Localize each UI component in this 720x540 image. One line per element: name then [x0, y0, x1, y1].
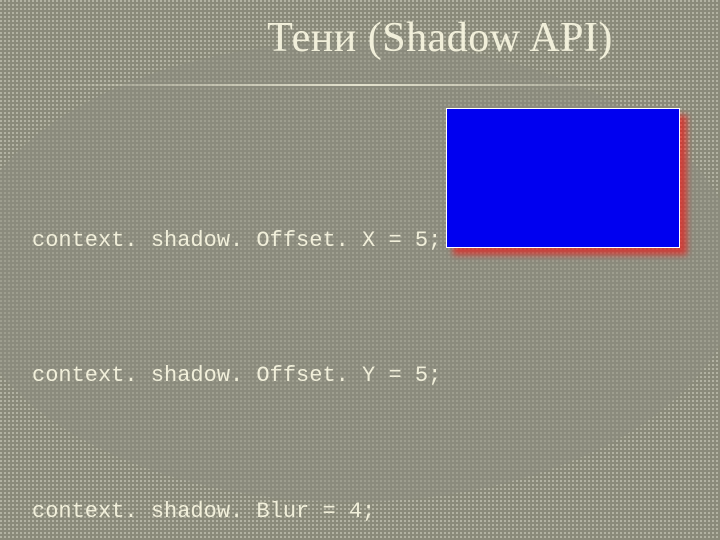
code-block: context. shadow. Offset. X = 5; context.… [32, 128, 688, 540]
slide-title: Тени (Shadow API) [0, 14, 720, 62]
code-line: context. shadow. Offset. X = 5; [32, 218, 688, 263]
code-line: context. shadow. Offset. Y = 5; [32, 353, 688, 398]
title-divider [32, 84, 688, 86]
code-line: context. shadow. Blur = 4; [32, 489, 688, 534]
slide: Тени (Shadow API) context. shadow. Offse… [0, 0, 720, 540]
